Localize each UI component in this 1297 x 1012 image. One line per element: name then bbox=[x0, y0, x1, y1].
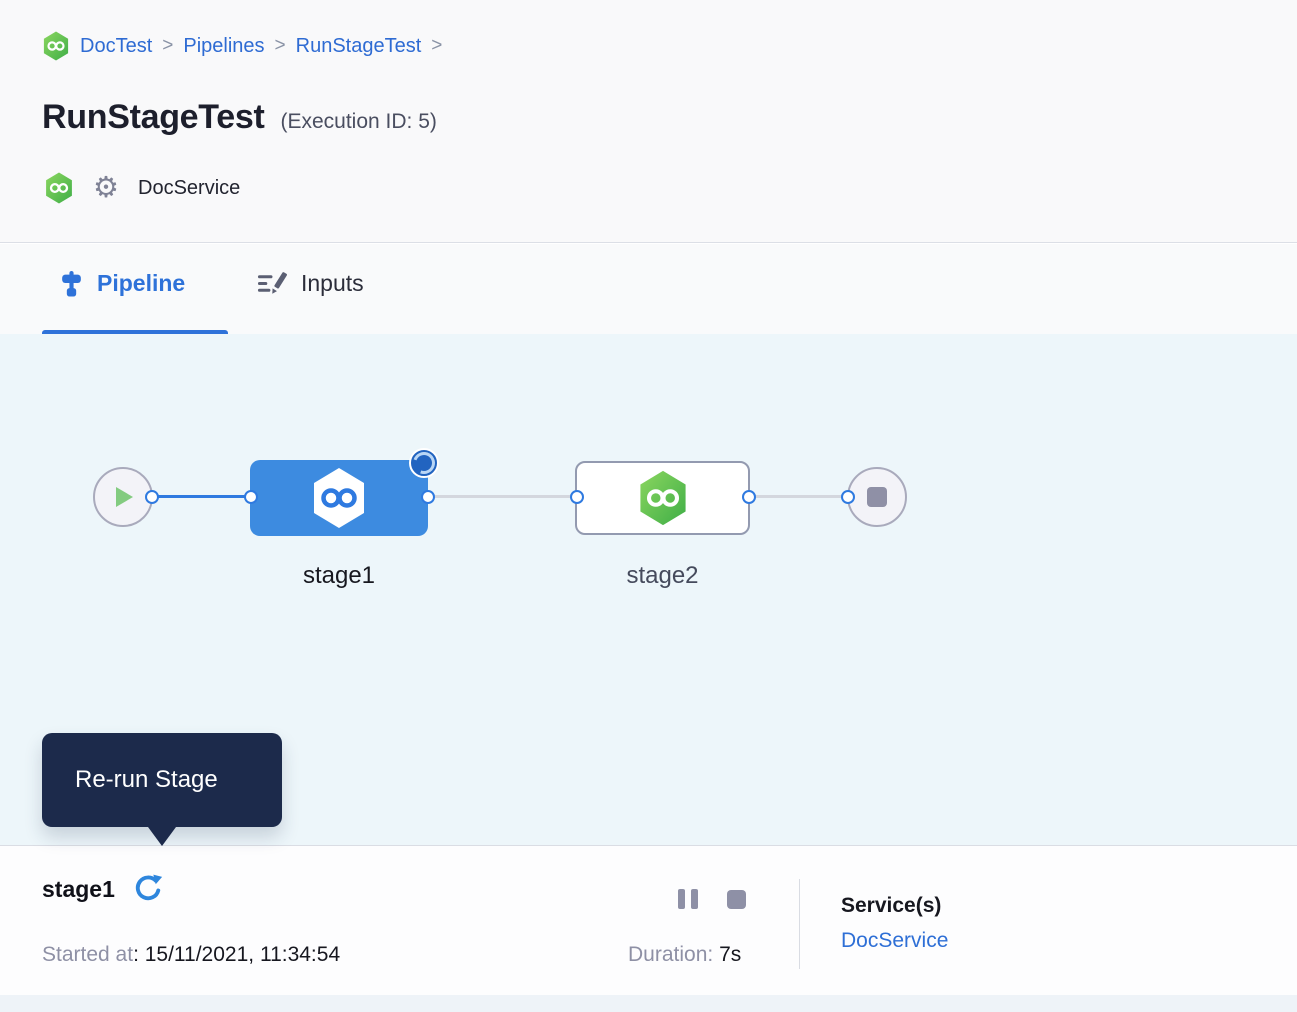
breadcrumb-separator: > bbox=[275, 35, 286, 57]
breadcrumb: DocTest > Pipelines > RunStageTest > bbox=[42, 31, 442, 61]
harness-service-icon bbox=[44, 172, 74, 204]
started-at-label: Started at bbox=[42, 943, 133, 966]
inputs-tab-icon bbox=[256, 270, 289, 297]
edge-stage1-to-stage2 bbox=[428, 495, 577, 498]
execution-controls bbox=[678, 889, 746, 909]
pipeline-tab-icon bbox=[58, 270, 85, 297]
service-name-label: DocService bbox=[138, 177, 240, 200]
duration-label: Duration: bbox=[628, 943, 713, 966]
service-link[interactable]: DocService bbox=[841, 929, 948, 953]
stage1-hexagon-icon bbox=[310, 467, 368, 529]
stage1-label: stage1 bbox=[250, 562, 428, 590]
pipeline-canvas[interactable]: stage1 stage2 Re-run Stage bbox=[0, 334, 1297, 845]
edge-start-to-stage1 bbox=[152, 495, 251, 498]
breadcrumb-separator: > bbox=[431, 35, 442, 57]
port-start-out bbox=[145, 490, 159, 504]
stage2-label: stage2 bbox=[575, 562, 750, 590]
stage1-running-spinner-icon bbox=[409, 448, 439, 478]
page-header: DocTest > Pipelines > RunStageTest > Run… bbox=[0, 0, 1297, 243]
stage1-node[interactable] bbox=[250, 460, 428, 536]
play-icon bbox=[116, 487, 133, 507]
tab-inputs[interactable]: Inputs bbox=[256, 270, 364, 297]
service-row: ⚙ DocService bbox=[44, 170, 240, 206]
pipeline-execution-page: DocTest > Pipelines > RunStageTest > Run… bbox=[0, 0, 1297, 1012]
rerun-stage-tooltip: Re-run Stage bbox=[42, 733, 282, 827]
rerun-stage-tooltip-label: Re-run Stage bbox=[75, 766, 218, 794]
pipeline-end-node[interactable] bbox=[847, 467, 907, 527]
tab-bar: Pipeline Inputs bbox=[0, 244, 1297, 334]
pause-button[interactable] bbox=[678, 889, 698, 909]
title-row: RunStageTest (Execution ID: 5) bbox=[42, 98, 437, 137]
gear-icon: ⚙ bbox=[93, 174, 119, 203]
selected-stage-row: stage1 bbox=[42, 873, 164, 905]
page-title: RunStageTest bbox=[42, 98, 264, 137]
breadcrumb-pipeline-link[interactable]: RunStageTest bbox=[296, 35, 422, 58]
breadcrumb-pipelines-link[interactable]: Pipelines bbox=[183, 35, 264, 58]
harness-logo-icon bbox=[42, 31, 70, 61]
services-label: Service(s) bbox=[841, 894, 941, 918]
port-stage2-in bbox=[570, 490, 584, 504]
tab-pipeline-label: Pipeline bbox=[97, 270, 185, 297]
breadcrumb-project-link[interactable]: DocTest bbox=[80, 35, 152, 58]
tab-inputs-label: Inputs bbox=[301, 270, 364, 297]
port-end-in bbox=[841, 490, 855, 504]
bottom-strip bbox=[0, 995, 1297, 1012]
pipeline-start-node[interactable] bbox=[93, 467, 153, 527]
rerun-stage-button[interactable] bbox=[132, 873, 164, 905]
started-at-line: Started at: 15/11/2021, 11:34:54 bbox=[42, 943, 340, 967]
execution-id-label: (Execution ID: 5) bbox=[280, 110, 436, 134]
stage-details-bar: stage1 Started at: 15/11/2021, 11:34:54 … bbox=[0, 845, 1297, 995]
started-at-value: : 15/11/2021, 11:34:54 bbox=[133, 943, 340, 966]
port-stage1-in bbox=[244, 490, 258, 504]
edge-stage2-to-end bbox=[749, 495, 848, 498]
breadcrumb-separator: > bbox=[162, 35, 173, 57]
duration-value: 7s bbox=[719, 943, 741, 966]
stop-icon bbox=[867, 487, 887, 507]
duration-line: Duration: 7s bbox=[628, 943, 741, 967]
tab-pipeline[interactable]: Pipeline bbox=[58, 270, 185, 297]
port-stage1-out bbox=[421, 490, 435, 504]
stage2-node[interactable] bbox=[575, 461, 750, 535]
selected-stage-title: stage1 bbox=[42, 876, 115, 903]
stage2-hexagon-icon bbox=[637, 470, 689, 526]
vertical-divider bbox=[799, 879, 800, 969]
stop-button[interactable] bbox=[727, 890, 746, 909]
port-stage2-out bbox=[742, 490, 756, 504]
